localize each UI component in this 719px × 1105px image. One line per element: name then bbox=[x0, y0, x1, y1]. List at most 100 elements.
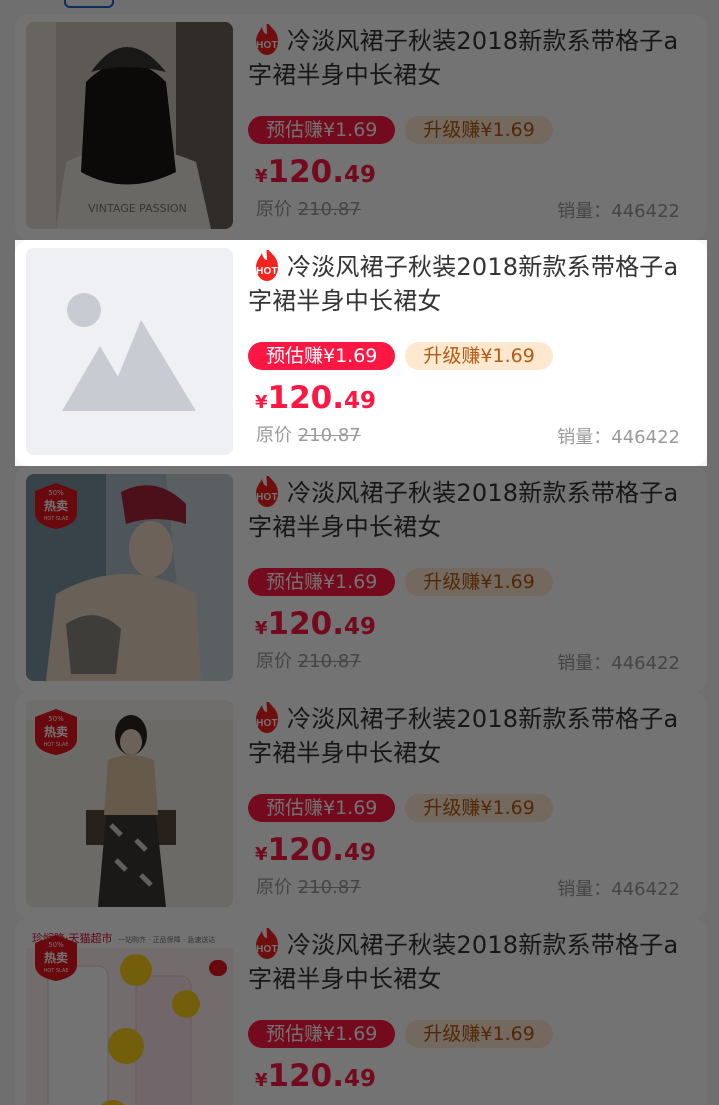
badge-sub: HOT SLAE bbox=[44, 742, 69, 748]
svg-text:VINTAGE PASSION: VINTAGE PASSION bbox=[88, 202, 187, 215]
original-price-label: 原价 bbox=[256, 877, 292, 898]
top-partial-element bbox=[64, 0, 114, 8]
price-currency: ¥ bbox=[255, 166, 268, 187]
original-price-label: 原价 bbox=[256, 199, 292, 220]
upgrade-earn-tag[interactable]: 升级赚¥1.69 bbox=[405, 794, 553, 822]
price-decimal: 49 bbox=[344, 1066, 377, 1092]
price-decimal: 49 bbox=[344, 840, 377, 866]
product-image[interactable]: 50% 热卖 HOT SLAE bbox=[26, 474, 233, 681]
product-price: ¥120.49 bbox=[255, 154, 376, 190]
price-integer: 120. bbox=[267, 380, 345, 416]
product-title: HOT 冷淡风裙子秋装2018新款系带格子a字裙半身中长裙女 bbox=[248, 250, 698, 318]
original-price-value: 210.87 bbox=[297, 877, 361, 898]
product-price: ¥120.49 bbox=[255, 606, 376, 642]
hot-label: HOT bbox=[256, 944, 278, 955]
hot-flame-icon: HOT bbox=[256, 250, 278, 281]
product-card[interactable]: HOT 冷淡风裙子秋装2018新款系带格子a字裙半身中长裙女 预估赚¥1.69 … bbox=[15, 240, 707, 466]
product-card[interactable]: 珍悯隆·天猫超市 一站购齐 · 正品保障 · 急速送达 50% 热卖 HOT S… bbox=[15, 918, 707, 1105]
badge-main: 热卖 bbox=[44, 498, 68, 513]
price-integer: 120. bbox=[267, 832, 345, 868]
hot-flame-icon: HOT bbox=[256, 702, 278, 733]
badge-main: 热卖 bbox=[44, 724, 68, 739]
estimated-earn-tag: 预估赚¥1.69 bbox=[248, 794, 396, 822]
estimated-earn-tag: 预估赚¥1.69 bbox=[248, 1020, 396, 1048]
product-price: ¥120.49 bbox=[255, 380, 376, 416]
price-currency: ¥ bbox=[255, 1070, 268, 1091]
product-price: ¥120.49 bbox=[255, 1058, 376, 1094]
price-decimal: 49 bbox=[344, 162, 377, 188]
original-price-value: 210.87 bbox=[297, 651, 361, 672]
commission-tags: 预估赚¥1.69 升级赚¥1.69 bbox=[248, 342, 553, 370]
original-price-label: 原价 bbox=[256, 651, 292, 672]
product-image[interactable]: 50% 热卖 HOT SLAE bbox=[26, 700, 233, 907]
product-title: HOT 冷淡风裙子秋装2018新款系带格子a字裙半身中长裙女 bbox=[248, 476, 698, 544]
original-price-label: 原价 bbox=[256, 425, 292, 446]
badge-percent: 50% bbox=[48, 715, 64, 723]
product-card[interactable]: 50% 热卖 HOT SLAE HOT 冷淡风裙子秋装2018新款系带格子a字裙… bbox=[15, 692, 707, 918]
product-title: HOT 冷淡风裙子秋装2018新款系带格子a字裙半身中长裙女 bbox=[248, 702, 698, 770]
hot-flame-icon: HOT bbox=[256, 928, 278, 959]
upgrade-earn-tag[interactable]: 升级赚¥1.69 bbox=[405, 116, 553, 144]
commission-tags: 预估赚¥1.69 升级赚¥1.69 bbox=[248, 1020, 553, 1048]
price-currency: ¥ bbox=[255, 844, 268, 865]
original-price: 原价 210.87 bbox=[256, 421, 361, 447]
dim-overlay-right bbox=[707, 240, 719, 466]
product-title-area[interactable]: HOT 冷淡风裙子秋装2018新款系带格子a字裙半身中长裙女 bbox=[248, 24, 698, 104]
sales-count: 销量：446422 bbox=[557, 201, 680, 222]
product-price: ¥120.49 bbox=[255, 832, 376, 868]
price-integer: 120. bbox=[267, 154, 345, 190]
sales-count: 销量：446422 bbox=[557, 653, 680, 674]
upgrade-earn-tag[interactable]: 升级赚¥1.69 bbox=[405, 342, 553, 370]
estimated-earn-tag: 预估赚¥1.69 bbox=[248, 116, 396, 144]
product-title-area[interactable]: HOT 冷淡风裙子秋装2018新款系带格子a字裙半身中长裙女 bbox=[248, 250, 698, 330]
product-title-area[interactable]: HOT 冷淡风裙子秋装2018新款系带格子a字裙半身中长裙女 bbox=[248, 928, 698, 1008]
price-currency: ¥ bbox=[255, 392, 268, 413]
badge-percent: 50% bbox=[48, 489, 64, 497]
upgrade-earn-tag[interactable]: 升级赚¥1.69 bbox=[405, 568, 553, 596]
badge-sub: HOT SLAE bbox=[44, 516, 69, 522]
banner-subtitle: 一站购齐 · 正品保障 · 急速送达 bbox=[118, 935, 215, 944]
hot-label: HOT bbox=[256, 266, 278, 277]
product-title-area[interactable]: HOT 冷淡风裙子秋装2018新款系带格子a字裙半身中长裙女 bbox=[248, 476, 698, 556]
commission-tags: 预估赚¥1.69 升级赚¥1.69 bbox=[248, 794, 553, 822]
badge-main: 热卖 bbox=[44, 950, 68, 965]
hot-sale-badge: 50% 热卖 HOT SLAE bbox=[35, 935, 77, 981]
price-integer: 120. bbox=[267, 1058, 345, 1094]
price-currency: ¥ bbox=[255, 618, 268, 639]
commission-tags: 预估赚¥1.69 升级赚¥1.69 bbox=[248, 116, 553, 144]
product-list-screen: VINTAGE PASSION HOT 冷淡风裙子秋装2018新款系带格子a字裙… bbox=[0, 0, 719, 1105]
estimated-earn-tag: 预估赚¥1.69 bbox=[248, 568, 396, 596]
original-price: 原价 210.87 bbox=[256, 195, 361, 221]
dim-overlay-left bbox=[0, 240, 15, 466]
product-title: HOT 冷淡风裙子秋装2018新款系带格子a字裙半身中长裙女 bbox=[248, 928, 698, 996]
price-decimal: 49 bbox=[344, 614, 377, 640]
product-image[interactable]: VINTAGE PASSION bbox=[26, 22, 233, 229]
hot-sale-badge: 50% 热卖 HOT SLAE bbox=[35, 709, 77, 755]
product-card[interactable]: 50% 热卖 HOT SLAE HOT 冷淡风裙子秋装2018新款系带格子a字裙… bbox=[15, 466, 707, 692]
hot-label: HOT bbox=[256, 492, 278, 503]
original-price-value: 210.87 bbox=[297, 199, 361, 220]
sales-count: 销量：446422 bbox=[557, 879, 680, 900]
product-card[interactable]: VINTAGE PASSION HOT 冷淡风裙子秋装2018新款系带格子a字裙… bbox=[15, 14, 707, 240]
original-price: 原价 210.87 bbox=[256, 647, 361, 673]
original-price-value: 210.87 bbox=[297, 425, 361, 446]
hot-label: HOT bbox=[256, 718, 278, 729]
image-placeholder-icon bbox=[26, 248, 233, 455]
product-title-area[interactable]: HOT 冷淡风裙子秋装2018新款系带格子a字裙半身中长裙女 bbox=[248, 702, 698, 782]
hot-label: HOT bbox=[256, 40, 278, 51]
estimated-earn-tag: 预估赚¥1.69 bbox=[248, 342, 396, 370]
hot-flame-icon: HOT bbox=[256, 476, 278, 507]
price-integer: 120. bbox=[267, 606, 345, 642]
product-image-placeholder[interactable] bbox=[26, 248, 233, 455]
product-title: HOT 冷淡风裙子秋装2018新款系带格子a字裙半身中长裙女 bbox=[248, 24, 698, 92]
hot-sale-badge: 50% 热卖 HOT SLAE bbox=[35, 483, 77, 529]
upgrade-earn-tag[interactable]: 升级赚¥1.69 bbox=[405, 1020, 553, 1048]
original-price: 原价 210.87 bbox=[256, 873, 361, 899]
badge-sub: HOT SLAE bbox=[44, 968, 69, 974]
sales-count: 销量：446422 bbox=[557, 427, 680, 448]
product-image[interactable]: 珍悯隆·天猫超市 一站购齐 · 正品保障 · 急速送达 50% 热卖 HOT S… bbox=[26, 926, 233, 1105]
commission-tags: 预估赚¥1.69 升级赚¥1.69 bbox=[248, 568, 553, 596]
badge-percent: 50% bbox=[48, 941, 64, 949]
price-decimal: 49 bbox=[344, 388, 377, 414]
hot-flame-icon: HOT bbox=[256, 24, 278, 55]
